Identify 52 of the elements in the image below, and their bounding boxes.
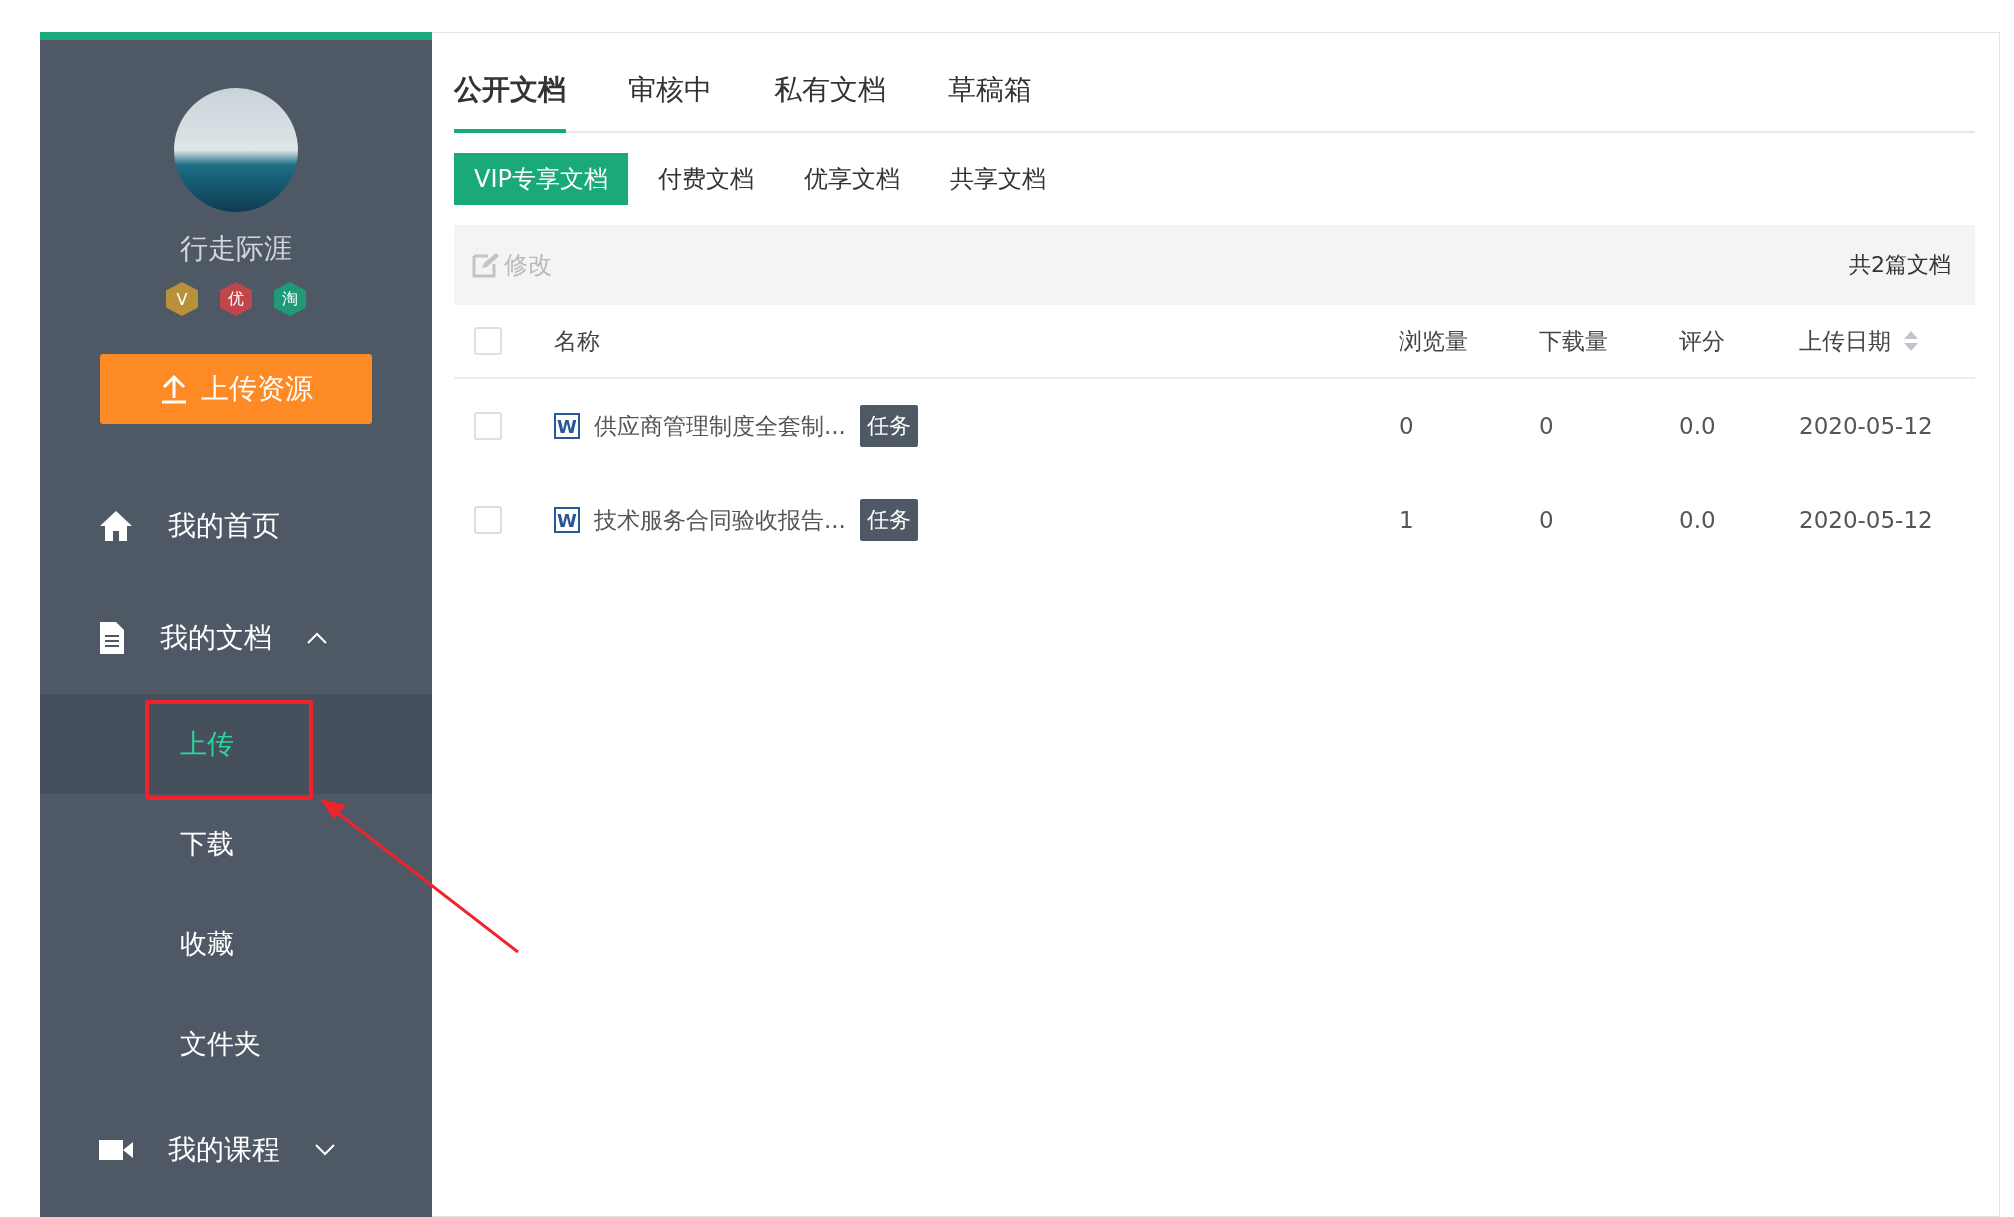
document-icon <box>98 620 126 656</box>
submenu-item[interactable]: 文件夹 <box>40 994 432 1094</box>
column-header: 名称 <box>554 326 601 356</box>
tab[interactable]: 私有文档 <box>774 57 886 133</box>
sub-tab[interactable]: 优享文档 <box>783 153 920 205</box>
tab[interactable]: 审核中 <box>628 57 712 133</box>
table-cell-text: 2020-05-12 <box>1799 507 1934 533</box>
tab[interactable]: 草稿箱 <box>948 57 1032 133</box>
table-cell-text: 0 <box>1539 507 1555 533</box>
document-name[interactable]: 技术服务合同验收报告... <box>594 504 846 536</box>
sub-tab[interactable]: 付费文档 <box>637 153 774 205</box>
hexagon-badge: 淘 <box>274 282 306 316</box>
checkbox[interactable] <box>474 506 502 534</box>
submenu-item[interactable]: 下载 <box>40 794 432 894</box>
checkbox[interactable] <box>474 412 502 440</box>
table-cell-text: 2020-05-12 <box>1799 413 1934 439</box>
menu-label[interactable]: 我的文档 <box>160 619 272 657</box>
home-icon <box>98 509 134 543</box>
table-cell-text: 1 <box>1399 507 1415 533</box>
column-header: 下载量 <box>1539 326 1609 356</box>
chevron-up-icon[interactable] <box>306 631 328 645</box>
column-header: 浏览量 <box>1399 326 1469 356</box>
word-file-icon: W <box>554 507 580 533</box>
hexagon-badge: 优 <box>220 282 252 316</box>
task-tag: 任务 <box>859 405 918 447</box>
upload-icon <box>159 374 189 404</box>
table-cell-text: 0 <box>1399 413 1415 439</box>
chevron-down-icon[interactable] <box>314 1143 336 1157</box>
checkbox[interactable] <box>474 327 502 355</box>
sub-tab[interactable]: 共享文档 <box>929 153 1066 205</box>
document-name[interactable]: 供应商管理制度全套制... <box>594 410 846 442</box>
menu-item[interactable]: 我的课程 <box>40 1094 432 1206</box>
submenu-item[interactable]: 收藏 <box>40 894 432 994</box>
column-header: 评分 <box>1679 326 1726 356</box>
submenu-item[interactable]: 上传 <box>40 694 432 794</box>
hexagon-badge: V <box>166 282 198 316</box>
task-tag: 任务 <box>859 499 918 541</box>
document-count: 共2篇文档 <box>1849 251 1951 279</box>
menu-label[interactable]: 我的课程 <box>168 1131 280 1169</box>
user-name: 行走际涯 <box>180 231 292 267</box>
table-cell-text: 0.0 <box>1679 507 1717 533</box>
word-file-icon: W <box>554 413 580 439</box>
table-cell-text: 0 <box>1539 413 1555 439</box>
menu-item[interactable]: 我的首页 <box>40 470 432 582</box>
table-cell-text: 0.0 <box>1679 413 1717 439</box>
edit-icon <box>472 252 500 278</box>
menu-label[interactable]: 我的首页 <box>168 507 280 545</box>
sort-icon[interactable] <box>1903 330 1919 352</box>
menu-item[interactable]: 我的文档 <box>40 582 432 694</box>
column-header[interactable]: 上传日期 <box>1799 325 1975 357</box>
video-camera-icon <box>98 1138 134 1162</box>
tab[interactable]: 公开文档 <box>454 57 566 133</box>
